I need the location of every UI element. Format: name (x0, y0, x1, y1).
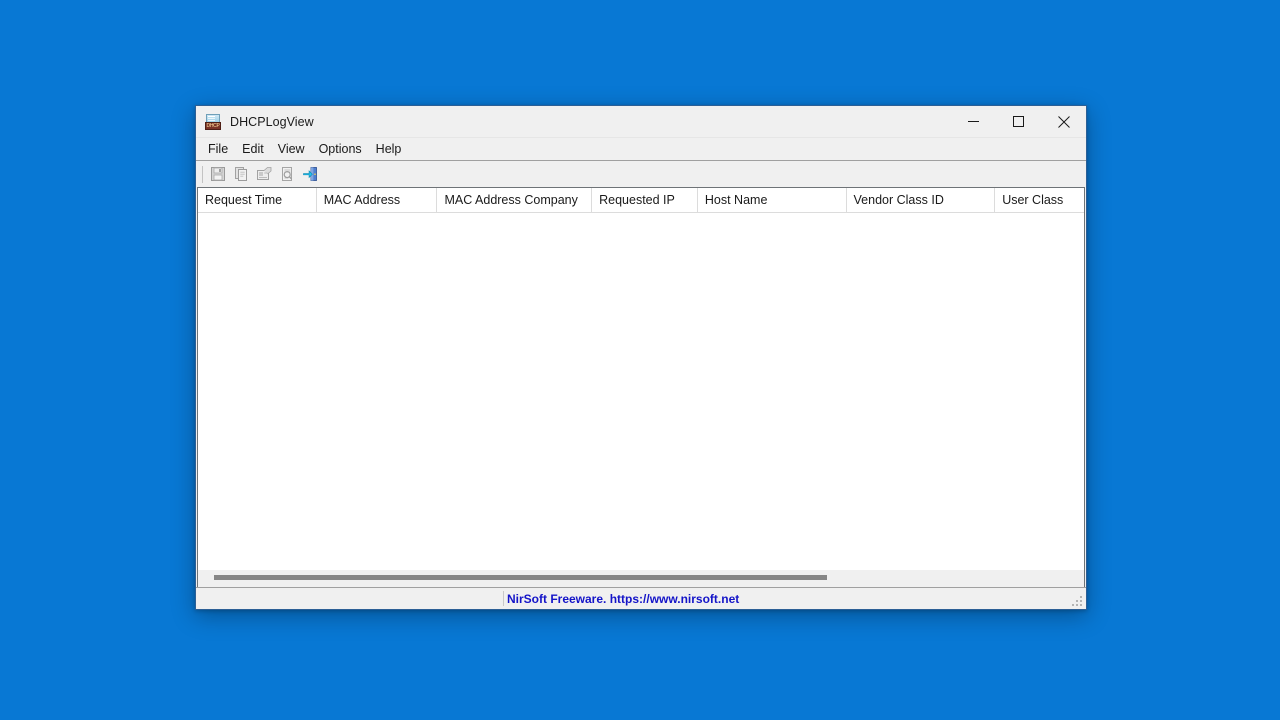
window-title: DHCPLogView (230, 114, 314, 129)
window-controls (951, 106, 1086, 137)
dhcplogview-window: DHCPLogView File Edit View Options (195, 105, 1087, 610)
menu-bar: File Edit View Options Help (196, 138, 1086, 160)
column-header-mac-address-company[interactable]: MAC Address Company (437, 188, 593, 212)
column-header-user-class[interactable]: User Class (995, 188, 1084, 212)
report-preview-icon (281, 167, 292, 181)
list-column-headers: Request Time MAC Address MAC Address Com… (198, 188, 1084, 213)
toolbar (196, 160, 1086, 187)
column-header-host-name[interactable]: Host Name (698, 188, 847, 212)
horizontal-scrollbar-thumb[interactable] (214, 575, 827, 580)
minimize-icon (968, 121, 979, 122)
menu-item-help[interactable]: Help (369, 140, 409, 159)
menu-item-view[interactable]: View (271, 140, 312, 159)
copy-button[interactable] (229, 163, 252, 185)
exit-door-icon (302, 167, 317, 181)
close-button[interactable] (1041, 106, 1086, 137)
resize-grip[interactable] (1072, 596, 1084, 608)
status-bar: NirSoft Freeware. https://www.nirsoft.ne… (196, 587, 1086, 609)
menu-item-options[interactable]: Options (312, 140, 369, 159)
save-button[interactable] (206, 163, 229, 185)
column-header-requested-ip[interactable]: Requested IP (592, 188, 698, 212)
properties-icon (256, 167, 271, 180)
maximize-button[interactable] (996, 106, 1041, 137)
status-bar-divider (503, 591, 504, 606)
column-header-mac-address[interactable]: MAC Address (317, 188, 438, 212)
list-rows-area[interactable] (198, 213, 1084, 569)
column-header-vendor-class-id[interactable]: Vendor Class ID (847, 188, 996, 212)
properties-button[interactable] (252, 163, 275, 185)
dhcp-log-icon (205, 113, 221, 130)
horizontal-scrollbar[interactable] (198, 569, 1084, 587)
log-list-view[interactable]: Request Time MAC Address MAC Address Com… (197, 187, 1085, 587)
minimize-button[interactable] (951, 106, 996, 137)
menu-item-file[interactable]: File (201, 140, 235, 159)
exit-button[interactable] (298, 163, 321, 185)
nirsoft-link[interactable]: NirSoft Freeware. https://www.nirsoft.ne… (507, 592, 739, 606)
html-report-button[interactable] (275, 163, 298, 185)
maximize-icon (1013, 116, 1024, 127)
copy-icon (234, 167, 247, 181)
toolbar-separator (202, 165, 203, 183)
column-header-request-time[interactable]: Request Time (198, 188, 317, 212)
menu-item-edit[interactable]: Edit (235, 140, 271, 159)
save-icon (210, 167, 225, 181)
title-bar[interactable]: DHCPLogView (196, 106, 1086, 138)
close-icon (1057, 115, 1070, 128)
